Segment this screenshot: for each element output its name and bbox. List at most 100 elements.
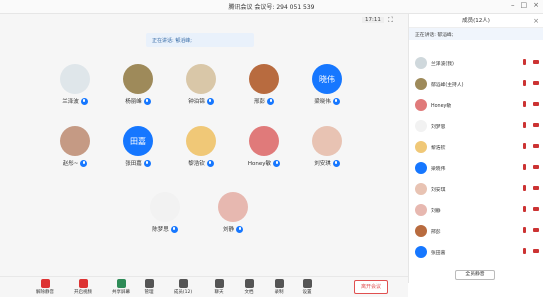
members-label: 成员(12) (173, 290, 193, 295)
members-button[interactable]: 成员(12) (172, 279, 194, 295)
member-avatar (415, 204, 427, 216)
member-avatar (415, 57, 427, 69)
member-row[interactable]: 张田嘉 (409, 243, 543, 261)
participant-avatar (249, 126, 279, 156)
member-row[interactable]: 郁滔峰(主持人) (409, 75, 543, 93)
panel-close-icon[interactable]: × (533, 14, 539, 28)
participant-name-row: 张田嘉 (103, 159, 173, 167)
mic-icon (273, 159, 281, 167)
participant-avatar: 晓伟 (312, 64, 342, 94)
participant-name-row: 陈梦思 (130, 225, 200, 233)
unmute-label: 解除静音 (36, 290, 54, 295)
participant-tile[interactable]: 田嘉 张田嘉 (103, 126, 173, 167)
participant-avatar (249, 64, 279, 94)
mic-icon (143, 159, 151, 167)
mic-muted-icon (523, 122, 526, 128)
participant-tile[interactable]: 晓伟 梁晓伟 (292, 64, 362, 105)
settings-button[interactable]: 设置 (296, 279, 318, 295)
participant-avatar (60, 126, 90, 156)
start-video-icon (78, 279, 88, 288)
member-name: 刘梦思 (431, 125, 446, 130)
start-video-button[interactable]: 开启视频 (72, 279, 94, 295)
maximize-icon[interactable]: □ (521, 1, 528, 9)
mic-muted-icon (523, 164, 526, 170)
member-speaking-indicator: 正在讲话: 郁滔峰; (409, 28, 543, 40)
manage-button[interactable]: 管理 (138, 279, 160, 295)
participant-name: 黎浩钦 (188, 161, 205, 167)
chat-label: 聊天 (214, 290, 224, 295)
member-name: Honey敏 (431, 104, 452, 109)
member-panel-header: 成员(12人) × (409, 14, 543, 28)
camera-off-icon (533, 249, 539, 253)
participant-tile[interactable]: 黎浩钦 (166, 126, 236, 167)
member-avatar (415, 99, 427, 111)
docs-icon (244, 279, 254, 288)
participant-tile[interactable]: 钟泊锦 (166, 64, 236, 105)
member-row[interactable]: 兰泽波(我) (409, 54, 543, 72)
fullscreen-icon[interactable]: ⛶ (388, 16, 396, 24)
participant-name-row: 赵彤~ (40, 159, 110, 167)
member-name: 邢彭 (431, 230, 441, 235)
unmute-icon (40, 279, 50, 288)
mic-muted-icon (523, 185, 526, 191)
participant-tile[interactable]: 邢彭 (229, 64, 299, 105)
close-icon[interactable]: × (533, 1, 539, 9)
participant-tile[interactable]: 陈梦思 (130, 192, 200, 233)
camera-off-icon (533, 81, 539, 85)
participant-name: 钟泊锦 (188, 99, 205, 105)
mic-muted-icon (523, 248, 526, 254)
manage-icon (144, 279, 154, 288)
mic-icon (206, 97, 214, 105)
member-row[interactable]: 黎浩钦 (409, 138, 543, 156)
member-row[interactable]: Honey敏 (409, 96, 543, 114)
participant-tile[interactable]: 刘静 (198, 192, 268, 233)
member-name: 梁晓伟 (431, 167, 446, 172)
mic-icon (332, 159, 340, 167)
record-button[interactable]: 录制 (268, 279, 290, 295)
meeting-toolbar: 解除静音 开启视频 共享屏幕 管理 成员(12) 聊天 文档 录制 设置 离开会议 (0, 276, 408, 297)
mic-muted-icon (523, 101, 526, 107)
participant-name-row: 梁晓伟 (292, 97, 362, 105)
member-row[interactable]: 梁晓伟 (409, 159, 543, 177)
participant-tile[interactable]: 刘安琪 (292, 126, 362, 167)
participant-tile[interactable]: 赵彤~ (40, 126, 110, 167)
mic-icon (332, 97, 340, 105)
record-icon (274, 279, 284, 288)
docs-button[interactable]: 文档 (238, 279, 260, 295)
member-panel-title: 成员(12人) (462, 18, 490, 24)
participant-name-row: 兰泽波 (40, 97, 110, 105)
chat-button[interactable]: 聊天 (208, 279, 230, 295)
member-avatar (415, 183, 427, 195)
participant-name: 邢彭 (253, 99, 265, 105)
participant-tile[interactable]: 杨丽峰 (103, 64, 173, 105)
participant-name: 陈梦思 (152, 227, 169, 233)
participant-tile[interactable]: 兰泽波 (40, 64, 110, 105)
record-label: 录制 (274, 290, 284, 295)
member-avatar (415, 141, 427, 153)
participant-name-row: 黎浩钦 (166, 159, 236, 167)
share-screen-button[interactable]: 共享屏幕 (110, 279, 132, 295)
participant-avatar (60, 64, 90, 94)
meeting-topbar: 17:11 ⛶ (0, 14, 408, 28)
participant-tile[interactable]: Honey敏 (229, 126, 299, 167)
participant-name-row: 杨丽峰 (103, 97, 173, 105)
participant-name: 梁晓伟 (314, 99, 331, 105)
member-row[interactable]: 邢彭 (409, 222, 543, 240)
participant-avatar (218, 192, 248, 222)
leave-meeting-button[interactable]: 离开会议 (354, 280, 388, 294)
member-row[interactable]: 刘安琪 (409, 180, 543, 198)
participant-name: 赵彤~ (62, 161, 79, 167)
mic-icon (267, 97, 274, 105)
member-row[interactable]: 刘静 (409, 201, 543, 219)
window-title: 腾讯会议 会议号: 294 051 539 (228, 4, 315, 11)
minimize-icon[interactable]: – (511, 1, 515, 9)
participant-avatar (186, 126, 216, 156)
mute-all-button[interactable]: 全员静音 (455, 270, 495, 280)
mic-icon (80, 159, 88, 167)
participant-name: 刘静 (222, 227, 234, 233)
share-screen-icon (116, 279, 126, 288)
camera-off-icon (533, 60, 539, 64)
participant-name: Honey敏 (247, 161, 272, 167)
unmute-button[interactable]: 解除静音 (34, 279, 56, 295)
member-row[interactable]: 刘梦思 (409, 117, 543, 135)
